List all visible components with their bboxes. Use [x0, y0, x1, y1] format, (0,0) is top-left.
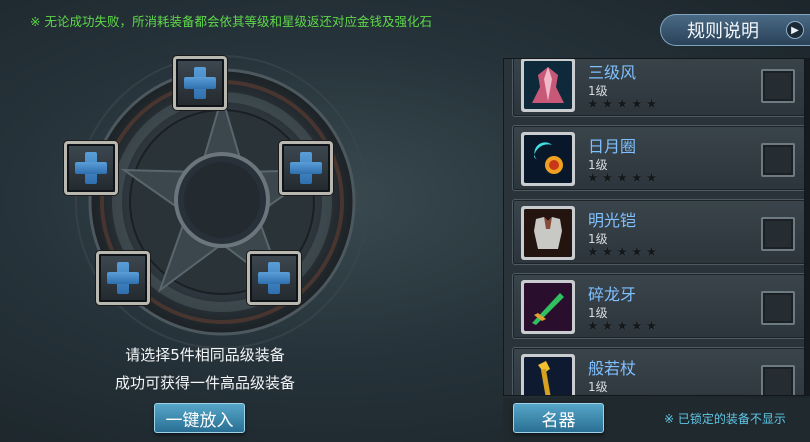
star-icon: ★: [587, 245, 599, 260]
star-icon: ★: [630, 97, 643, 112]
slot-left[interactable]: [64, 141, 118, 195]
equipment-item[interactable]: 般若杖 1级 ★★★★★: [512, 347, 804, 395]
star-rating: ★★★★★: [587, 98, 657, 111]
robe-icon: [521, 59, 575, 112]
equipment-name: 日月圈: [588, 137, 637, 156]
star-icon: ★: [645, 171, 658, 186]
sun-moon-ring-icon: [521, 132, 575, 186]
rules-button[interactable]: 规则说明 ▶: [660, 14, 810, 46]
star-icon: ★: [616, 97, 628, 112]
star-rating: ★★★★★: [587, 172, 657, 185]
star-rating: ★★★★★: [587, 394, 658, 395]
hint-line-2: 成功可获得一件高品级装备: [114, 374, 295, 392]
star-icon: ★: [645, 245, 658, 260]
equipment-name: 般若杖: [588, 359, 637, 378]
slot-right[interactable]: [279, 141, 333, 195]
locked-note: ※ 已锁定的装备不显示: [664, 412, 786, 426]
equipment-name: 明光铠: [588, 211, 637, 230]
select-checkbox[interactable]: [761, 69, 795, 103]
rules-button-label: 规则说明: [687, 21, 759, 42]
star-icon: ★: [630, 171, 643, 186]
select-checkbox[interactable]: [761, 143, 795, 177]
slot-bottom-right[interactable]: [247, 251, 301, 305]
category-tab-button[interactable]: 名器: [513, 403, 604, 433]
star-icon: ★: [630, 319, 643, 334]
star-icon: ★: [602, 394, 614, 395]
plus-icon: [182, 65, 218, 101]
star-icon: ★: [601, 319, 614, 334]
star-icon: ★: [616, 394, 628, 395]
star-icon: ★: [645, 97, 658, 112]
equipment-name: 三级风: [588, 63, 637, 82]
equipment-item[interactable]: 明光铠 1级 ★ ★ ★ ★ ★: [512, 199, 804, 265]
notice-text: ※ 无论成功失败，所消耗装备都会依其等级和星级返还对应金钱及强化石: [30, 14, 432, 29]
star-icon: ★: [587, 171, 599, 186]
equipment-item[interactable]: 碎龙牙 1级 ★ ★ ★ ★ ★: [512, 273, 804, 339]
slot-bottom-left[interactable]: [96, 251, 150, 305]
star-icon: ★: [646, 394, 658, 395]
equipment-item[interactable]: 三级风 1级 ★ ★ ★ ★ ★: [512, 59, 804, 117]
star-icon: ★: [616, 171, 628, 186]
hint-line-1: 请选择5件相同品级装备: [125, 346, 285, 364]
armor-icon: [521, 206, 575, 260]
play-arrow-icon: ▶: [786, 21, 804, 39]
star-icon: ★: [601, 245, 614, 260]
star-icon: ★: [587, 97, 599, 112]
star-rating: ★★★★★: [587, 320, 657, 333]
star-icon: ★: [645, 319, 658, 334]
star-icon: ★: [631, 394, 643, 395]
star-icon: ★: [587, 394, 599, 395]
star-icon: ★: [616, 319, 628, 334]
select-checkbox[interactable]: [761, 291, 795, 325]
plus-icon: [105, 260, 141, 296]
star-icon: ★: [630, 245, 643, 260]
equipment-list[interactable]: 三级风 1级 ★ ★ ★ ★ ★ 日月圈 1级 ★ ★ ★ ★ ★ 明光铠 1级…: [503, 58, 805, 396]
plus-icon: [288, 150, 324, 186]
one-click-fill-button[interactable]: 一键放入: [154, 403, 245, 433]
star-icon: ★: [616, 245, 628, 260]
staff-icon: [521, 354, 575, 395]
star-icon: ★: [601, 171, 614, 186]
select-checkbox[interactable]: [761, 217, 795, 251]
equipment-name: 碎龙牙: [588, 285, 637, 304]
equipment-item[interactable]: 日月圈 1级 ★ ★ ★ ★ ★: [512, 125, 804, 191]
star-icon: ★: [587, 319, 599, 334]
plus-icon: [256, 260, 292, 296]
plus-icon: [73, 150, 109, 186]
slot-top[interactable]: [173, 56, 227, 110]
select-checkbox[interactable]: [761, 365, 795, 395]
star-icon: ★: [601, 97, 614, 112]
list-scrollbar[interactable]: [805, 58, 810, 396]
dragon-blade-icon: [521, 280, 575, 334]
star-rating: ★★★★★: [587, 246, 657, 259]
